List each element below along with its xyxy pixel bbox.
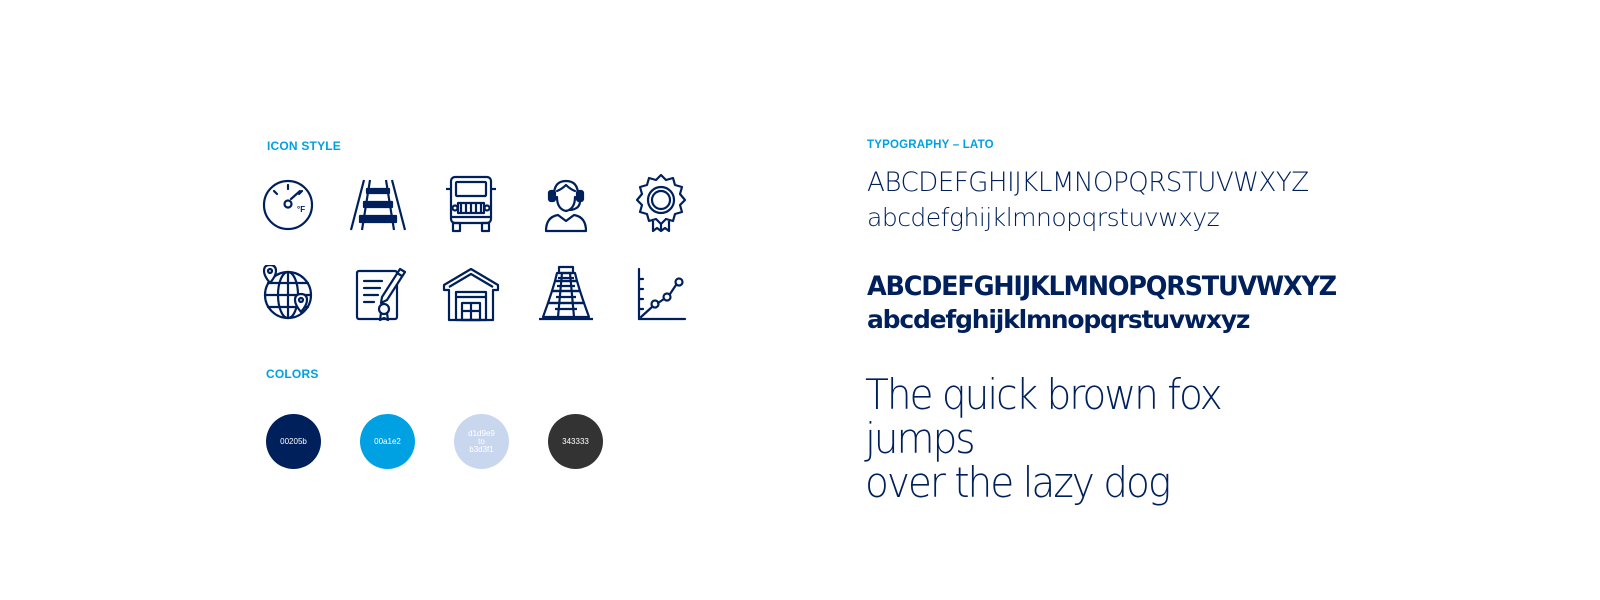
pyramid-icon xyxy=(536,263,596,323)
lowercase-bold-sample: abcdefghijklmnopqrstuvwxyz xyxy=(867,305,1250,334)
colors-heading: COLORS xyxy=(266,367,319,381)
color-swatch-cyan: 00a1e2 xyxy=(360,414,415,469)
gauge-fahrenheit-icon: °F xyxy=(258,175,318,235)
color-swatch-navy: 00205b xyxy=(266,414,321,469)
swatch-label-line: b3d3f1 xyxy=(469,444,494,454)
headset-agent-icon xyxy=(536,175,596,235)
color-swatch-charcoal: 343333 xyxy=(548,414,603,469)
icon-style-heading: ICON STYLE xyxy=(267,139,342,153)
color-swatch-light-blue: d1d9e9 to b3d3f1 xyxy=(454,414,509,469)
pangram-line-1: The quick brown fox jumps xyxy=(865,370,1223,463)
globe-location-pins-icon xyxy=(258,265,318,325)
swatch-label: 343333 xyxy=(562,437,589,446)
certified-document-icon xyxy=(350,265,410,325)
lowercase-light-sample: abcdefghijklmnopqrstuvwxyz xyxy=(867,203,1220,232)
warehouse-icon xyxy=(441,265,501,325)
railroad-track-icon xyxy=(348,175,408,235)
typography-heading: TYPOGRAPHY – LATO xyxy=(867,139,994,151)
pangram-sample: The quick brown fox jumps over the lazy … xyxy=(865,373,1330,505)
uppercase-light-sample: ABCDEFGHIJKLMNOPQRSTUVWXYZ xyxy=(867,167,1309,198)
swatch-label: 00205b xyxy=(280,437,307,446)
line-graph-icon xyxy=(631,265,691,325)
pangram-line-2: over the lazy dog xyxy=(865,458,1171,507)
svg-text:°F: °F xyxy=(297,205,305,214)
award-seal-icon xyxy=(631,173,691,233)
truck-front-icon xyxy=(441,175,501,235)
swatch-label: 00a1e2 xyxy=(374,437,401,446)
uppercase-bold-sample: ABCDEFGHIJKLMNOPQRSTUVWXYZ xyxy=(867,271,1337,302)
